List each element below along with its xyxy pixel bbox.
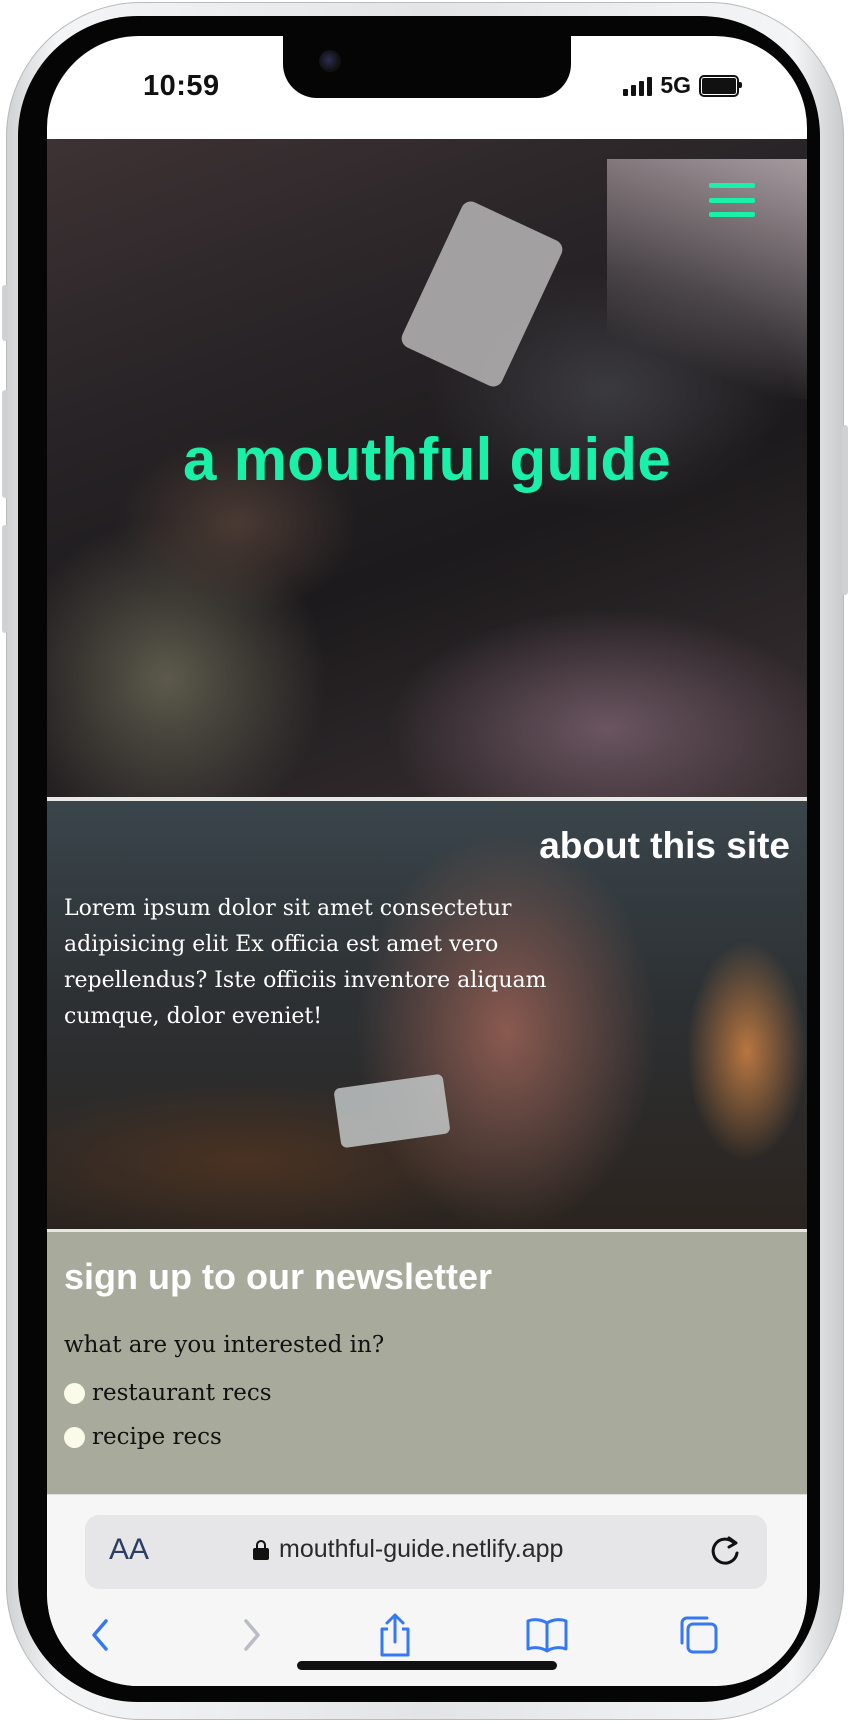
newsletter-heading: sign up to our newsletter xyxy=(64,1256,493,1297)
safari-bottom-bar: AA mouthful-guide.netlify.app xyxy=(47,1494,807,1686)
text-size-label: AA xyxy=(109,1533,150,1566)
share-icon[interactable] xyxy=(365,1605,425,1665)
interest-question: what are you interested in? xyxy=(64,1332,385,1358)
front-camera xyxy=(319,50,341,72)
forward-icon[interactable] xyxy=(221,1605,281,1665)
text-size-button[interactable]: AA xyxy=(109,1533,149,1567)
hamburger-icon-line xyxy=(709,212,755,217)
about-body: Lorem ipsum dolor sit amet consectetur a… xyxy=(64,896,547,1029)
signal-icon xyxy=(623,76,653,96)
notch xyxy=(283,36,571,98)
address-bar[interactable]: AA mouthful-guide.netlify.app xyxy=(85,1515,767,1589)
hamburger-icon-line xyxy=(709,183,755,188)
home-indicator[interactable] xyxy=(297,1661,557,1670)
power-button xyxy=(842,425,848,595)
volume-down-button xyxy=(2,525,8,633)
about-section: about this site Lorem ipsum dolor sit am… xyxy=(47,801,807,1229)
lock-icon xyxy=(253,1539,269,1560)
option-label: restaurant recs xyxy=(92,1380,272,1406)
volume-up-button xyxy=(2,390,8,498)
bookmarks-icon[interactable] xyxy=(517,1605,577,1665)
site-title: a mouthful guide xyxy=(182,426,672,493)
status-indicators: 5G xyxy=(623,72,742,99)
tabs-icon[interactable] xyxy=(669,1605,729,1665)
battery-icon xyxy=(699,74,742,97)
reload-icon[interactable] xyxy=(705,1531,745,1571)
status-time: 10:59 xyxy=(143,70,220,102)
mute-switch xyxy=(2,285,8,341)
url-display[interactable]: mouthful-guide.netlify.app xyxy=(253,1535,563,1564)
browser-toolbar xyxy=(47,1605,807,1665)
radio-button[interactable] xyxy=(64,1426,85,1448)
menu-button[interactable] xyxy=(709,183,755,217)
screen: 10:59 5G a mouthful guide about this sit… xyxy=(47,36,807,1686)
option-restaurant-recs[interactable]: restaurant recs xyxy=(64,1380,272,1406)
url-text: mouthful-guide.netlify.app xyxy=(279,1535,564,1563)
back-icon[interactable] xyxy=(71,1605,131,1665)
hero-section: a mouthful guide xyxy=(47,139,807,797)
web-page: a mouthful guide about this site Lorem i… xyxy=(47,139,807,1494)
radio-button[interactable] xyxy=(64,1382,85,1404)
about-heading: about this site xyxy=(539,825,790,866)
option-recipe-recs[interactable]: recipe recs xyxy=(64,1424,222,1450)
network-label: 5G xyxy=(660,72,691,98)
hamburger-icon-line xyxy=(709,197,755,203)
newsletter-section: sign up to our newsletter what are you i… xyxy=(47,1232,807,1494)
option-label: recipe recs xyxy=(92,1424,222,1450)
